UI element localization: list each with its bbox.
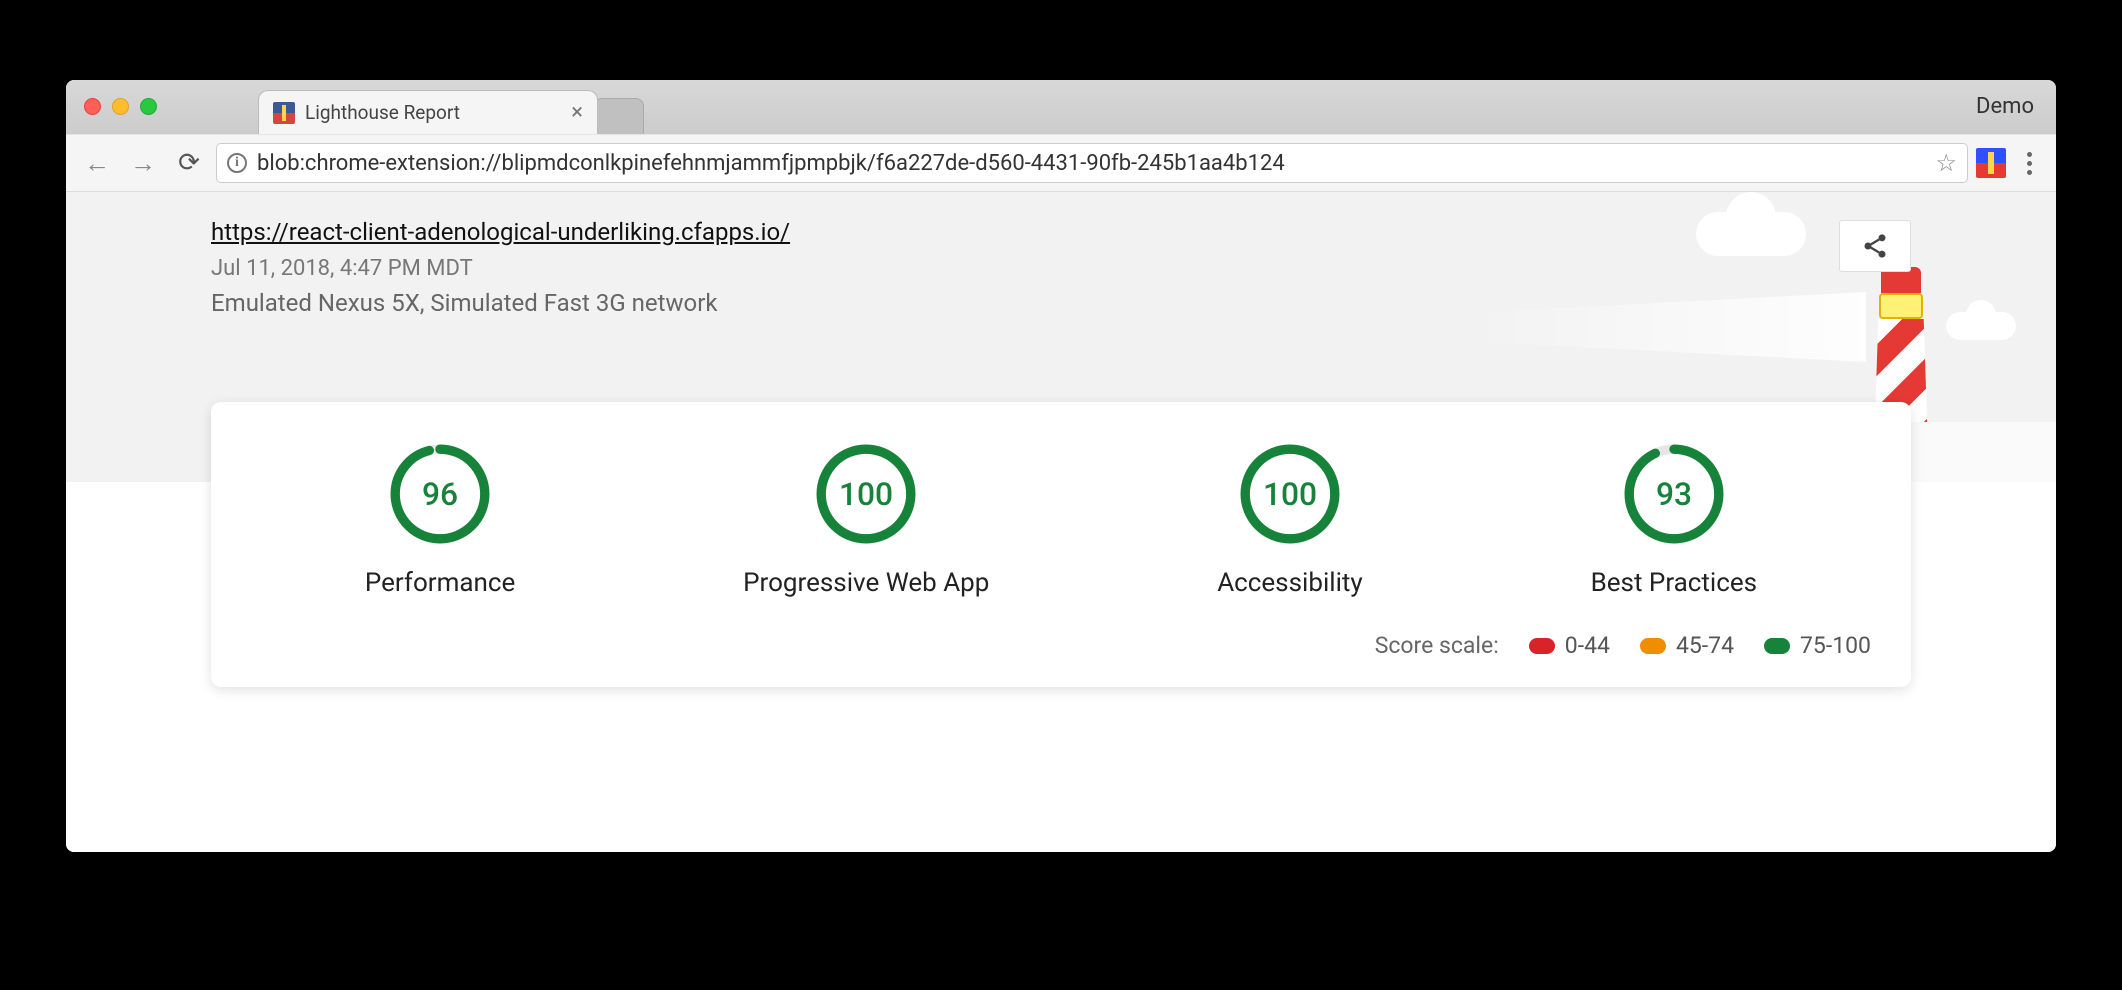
scale-range-text: 75-100 [1800, 632, 1871, 659]
score-scale-label: Score scale: [1375, 632, 1499, 659]
browser-toolbar: ← → ⟳ i blob:chrome-extension://blipmdco… [66, 134, 2056, 192]
scale-range-text: 45-74 [1676, 632, 1734, 659]
score-gauge[interactable]: 100 Accessibility [1217, 438, 1363, 598]
window-controls [84, 98, 157, 115]
minimize-window-button[interactable] [112, 98, 129, 115]
scale-range-pass: 75-100 [1764, 632, 1871, 659]
gauge-value: 96 [422, 476, 458, 513]
reload-button[interactable]: ⟳ [170, 144, 208, 182]
maximize-window-button[interactable] [140, 98, 157, 115]
report-timestamp: Jul 11, 2018, 4:47 PM MDT [211, 256, 1911, 281]
scale-range-text: 0-44 [1565, 632, 1610, 659]
score-gauge[interactable]: 96 Performance [365, 438, 515, 598]
browser-window: Lighthouse Report × Demo ← → ⟳ i blob:ch… [66, 80, 2056, 852]
share-icon [1861, 232, 1889, 260]
scale-range-fail: 0-44 [1529, 632, 1610, 659]
gauge-label: Progressive Web App [743, 568, 989, 598]
browser-menu-button[interactable] [2014, 152, 2044, 175]
gauge-ring-icon: 100 [1234, 438, 1346, 550]
bookmark-star-icon[interactable]: ☆ [1935, 149, 1957, 177]
score-gauge[interactable]: 93 Best Practices [1591, 438, 1757, 598]
close-window-button[interactable] [84, 98, 101, 115]
gauge-label: Performance [365, 568, 515, 598]
scale-dot-orange-icon [1640, 638, 1666, 654]
cloud-decoration [1946, 312, 2016, 340]
site-info-icon[interactable]: i [227, 153, 247, 173]
gauge-value: 100 [839, 476, 893, 513]
gauge-label: Best Practices [1591, 568, 1757, 598]
back-button[interactable]: ← [78, 144, 116, 182]
lighthouse-extension-icon[interactable] [1976, 148, 2006, 178]
gauge-ring-icon: 96 [384, 438, 496, 550]
tab-bar: Lighthouse Report × Demo [66, 80, 2056, 134]
gauge-label: Accessibility [1217, 568, 1363, 598]
address-bar[interactable]: i blob:chrome-extension://blipmdconlkpin… [216, 143, 1968, 183]
score-scale-legend: Score scale: 0-44 45-74 75-100 [251, 632, 1871, 659]
lighthouse-favicon-icon [273, 102, 295, 124]
tab-title: Lighthouse Report [305, 101, 460, 124]
share-button[interactable] [1839, 220, 1911, 272]
score-summary-card: 96 Performance 100 Progressive Web App 1… [211, 402, 1911, 687]
gauge-value: 100 [1263, 476, 1317, 513]
url-text: blob:chrome-extension://blipmdconlkpinef… [257, 151, 1285, 176]
scale-dot-green-icon [1764, 638, 1790, 654]
close-tab-button[interactable]: × [571, 100, 583, 125]
scale-dot-red-icon [1529, 638, 1555, 654]
browser-tab-active[interactable]: Lighthouse Report × [258, 90, 598, 134]
demo-label: Demo [1976, 94, 2034, 119]
audited-url-link[interactable]: https://react-client-adenological-underl… [211, 218, 790, 246]
new-tab-button[interactable] [594, 98, 644, 134]
forward-button[interactable]: → [124, 144, 162, 182]
page-content: https://react-client-adenological-underl… [66, 192, 2056, 852]
gauge-value: 93 [1656, 476, 1692, 513]
report-environment: Emulated Nexus 5X, Simulated Fast 3G net… [211, 289, 1911, 317]
gauge-ring-icon: 93 [1618, 438, 1730, 550]
score-gauge[interactable]: 100 Progressive Web App [743, 438, 989, 598]
gauge-row: 96 Performance 100 Progressive Web App 1… [251, 438, 1871, 598]
scale-range-average: 45-74 [1640, 632, 1734, 659]
gauge-ring-icon: 100 [810, 438, 922, 550]
